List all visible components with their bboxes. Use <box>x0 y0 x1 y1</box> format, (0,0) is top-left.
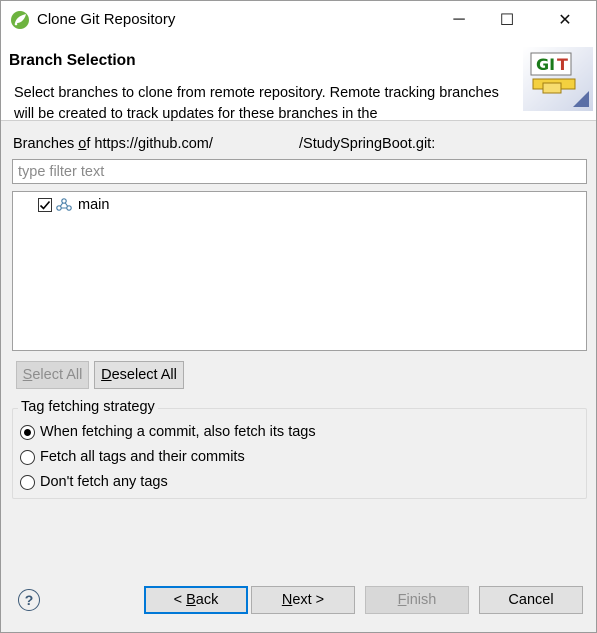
next-mnemonic: N <box>281 592 293 608</box>
back-label: ack <box>195 592 219 608</box>
radio-fetch-all-tags[interactable]: Fetch all tags and their commits <box>20 449 245 465</box>
radio-label: Fetch all tags and their commits <box>40 449 245 465</box>
radio-label: Don't fetch any tags <box>40 474 168 490</box>
wizard-banner: Branch Selection Select branches to clon… <box>1 39 596 121</box>
branch-checkbox[interactable] <box>38 198 52 212</box>
maximize-button[interactable]: ☐ <box>484 1 530 39</box>
radio-button[interactable] <box>20 449 35 465</box>
page-title: Branch Selection <box>9 52 136 69</box>
branch-row[interactable]: main <box>38 195 109 215</box>
deselect-all-label: eselect All <box>111 367 177 383</box>
minimize-button[interactable]: ─ <box>436 1 482 39</box>
branches-label-rest: f https://github.com/ <box>86 136 213 152</box>
filter-input[interactable] <box>12 159 587 184</box>
page-description: Select branches to clone from remote rep… <box>14 85 499 121</box>
radio-no-tags[interactable]: Don't fetch any tags <box>20 474 168 490</box>
finish-label: inish <box>406 592 437 608</box>
select-all-label: elect All <box>32 367 83 383</box>
back-button[interactable]: < Back <box>144 586 248 614</box>
deselect-all-button[interactable]: Deselect All <box>94 361 184 389</box>
close-button[interactable]: ✕ <box>542 1 588 39</box>
radio-fetch-commit-tags[interactable]: When fetching a commit, also fetch its t… <box>20 424 316 440</box>
clone-git-dialog: Clone Git Repository ─ ☐ ✕ Branch Select… <box>0 0 597 633</box>
branch-icon <box>56 198 72 211</box>
back-prefix: < <box>173 592 187 608</box>
tag-strategy-title: Tag fetching strategy <box>18 399 158 415</box>
svg-text:GI: GI <box>536 55 555 74</box>
finish-button[interactable]: Finish <box>365 586 469 614</box>
branch-list[interactable]: main <box>12 191 587 351</box>
branches-label-prefix: Branches <box>13 136 79 152</box>
cancel-button[interactable]: Cancel <box>479 586 583 614</box>
finish-mnemonic: F <box>397 592 407 608</box>
eclipse-spring-icon <box>11 11 29 29</box>
deselect-all-mnemonic: D <box>101 367 112 383</box>
radio-label: When fetching a commit, also fetch its t… <box>40 424 316 440</box>
svg-text:T: T <box>557 55 568 74</box>
select-all-button[interactable]: Select All <box>16 361 89 389</box>
window-title: Clone Git Repository <box>37 11 176 28</box>
select-all-mnemonic: S <box>22 367 33 383</box>
branch-name: main <box>78 197 110 213</box>
radio-button[interactable] <box>20 424 35 440</box>
repo-url-suffix: /StudySpringBoot.git: <box>299 136 436 152</box>
title-bar: Clone Git Repository ─ ☐ ✕ <box>1 1 596 39</box>
radio-button[interactable] <box>20 474 35 490</box>
git-wizard-icon: GI T <box>523 47 593 111</box>
branches-label: Branches of https://github.com/ <box>13 136 213 152</box>
next-button[interactable]: Next > <box>251 586 355 614</box>
back-mnemonic: B <box>186 592 196 608</box>
next-label: ext > <box>292 592 325 608</box>
help-icon[interactable]: ? <box>18 589 40 611</box>
check-icon <box>39 200 51 210</box>
